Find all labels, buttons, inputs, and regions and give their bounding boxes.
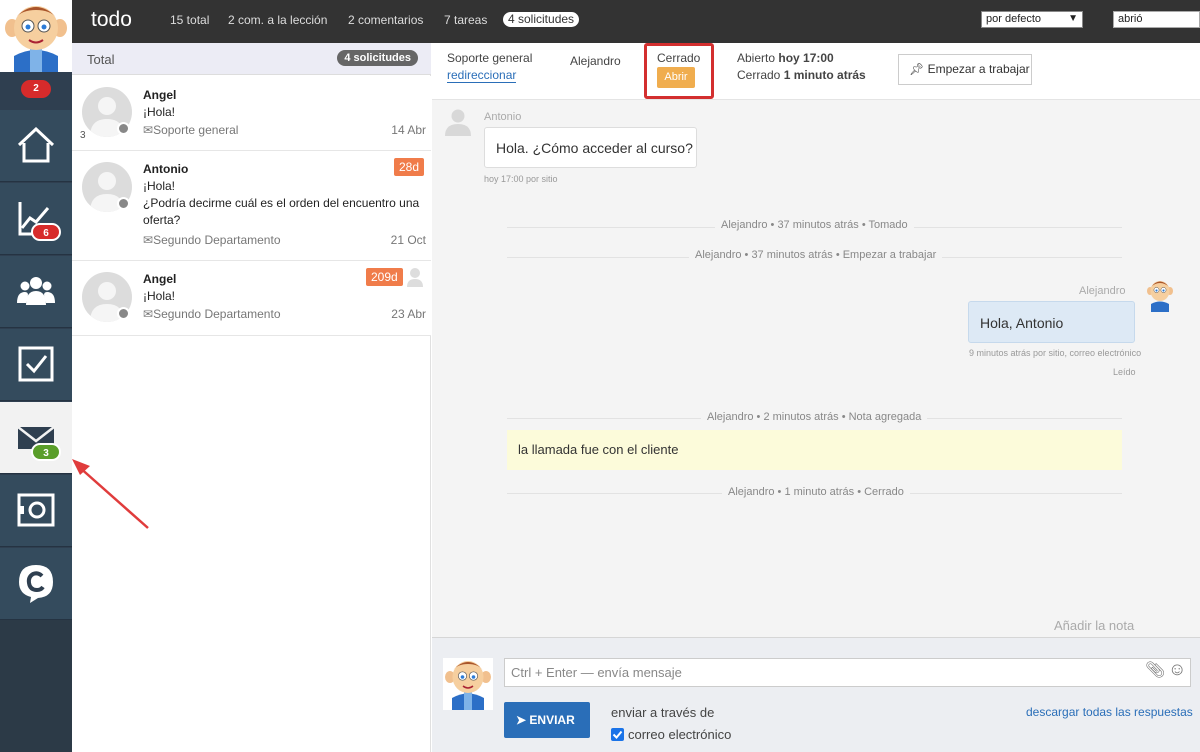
sidebar-item-home[interactable] <box>0 110 72 182</box>
chat-c-icon <box>19 565 53 603</box>
item-count: 3 <box>80 130 86 141</box>
outgoing-meta: 9 minutos atrás por sitio, correo electr… <box>969 348 1142 358</box>
sort-select-value: por defecto <box>986 13 1042 25</box>
item-department: ✉Segundo Departamento <box>143 307 281 321</box>
status-label: Cerrado <box>657 51 701 65</box>
start-work-button[interactable]: 📌︎ Empezar a trabajar <box>898 54 1032 85</box>
sidebar-item-chat[interactable] <box>0 548 72 620</box>
item-name: Angel <box>143 88 177 102</box>
message-input[interactable]: Ctrl + Enter — envía mensaje <box>504 658 1191 687</box>
email-option-label: correo electrónico <box>628 727 732 742</box>
sidebar-item-users[interactable] <box>0 256 72 328</box>
filter-link-tasks[interactable]: 7 tareas <box>444 13 487 27</box>
presence-dot <box>117 307 130 320</box>
item-date: 14 Abr <box>391 123 426 137</box>
outgoing-message: Hola, Antonio <box>968 301 1135 343</box>
item-text: ¡Hola! ¿Podría decirme cuál es el orden … <box>143 179 420 227</box>
add-note-link[interactable]: Añadir la nota <box>1054 618 1134 633</box>
age-badge: 28d <box>394 158 425 176</box>
list-header-count-badge: 4 solicitudes <box>337 50 418 66</box>
incoming-message: Hola. ¿Cómo acceder al curso? <box>484 127 697 168</box>
item-name: Antonio <box>143 162 189 176</box>
send-button[interactable]: ➤ ENVIAR <box>504 702 590 738</box>
outgoing-author: Alejandro <box>1079 285 1126 297</box>
item-department: ✉Segundo Departamento <box>143 233 281 247</box>
users-icon <box>17 277 55 305</box>
item-date: 21 Oct <box>390 233 426 247</box>
home-icon <box>17 126 55 163</box>
sidebar: 2 6 3 <box>0 0 72 752</box>
internal-note: la llamada fue con el cliente <box>507 430 1122 470</box>
safe-icon <box>17 493 55 527</box>
request-list: Total 4 solicitudes 3 Angel ¡Hola! ✉Sopo… <box>72 43 431 752</box>
item-text: ¡Hola! <box>143 289 176 303</box>
envelope-icon: ✉ <box>143 233 154 247</box>
user-avatar[interactable] <box>0 0 72 72</box>
filter-link-total[interactable]: 15 total <box>170 13 209 27</box>
email-checkbox[interactable] <box>611 728 624 741</box>
list-item[interactable]: 28d Antonio ¡Hola! ¿Podría decirme cuál … <box>72 151 431 261</box>
presence-dot <box>117 122 130 135</box>
checkmark-icon <box>612 730 623 739</box>
annotation-arrow <box>72 459 149 529</box>
notification-badge[interactable]: 2 <box>21 80 51 98</box>
envelope-icon: ✉ <box>143 123 154 137</box>
status-filter-input[interactable]: abrió <box>1113 11 1200 28</box>
event-note-added: Alejandro • 2 minutos atrás • Nota agreg… <box>701 411 928 423</box>
filter-link-requests[interactable]: 4 solicitudes <box>503 12 580 27</box>
top-bar: todo 15 total 2 com. a la lección 2 come… <box>72 0 1200 43</box>
age-badge: 209d <box>366 268 403 286</box>
conversation-pane: Antonio Hola. ¿Cómo acceder al curso? ho… <box>432 100 1200 637</box>
request-header: Soporte general redireccionar Alejandro … <box>432 43 1200 100</box>
assignee-name[interactable]: Alejandro <box>570 54 621 68</box>
closed-info: Cerrado 1 minuto atrás <box>737 68 866 82</box>
list-header-title: Total <box>87 52 115 67</box>
list-item[interactable]: 3 Angel ¡Hola! ✉Soporte general 14 Abr <box>72 76 431 151</box>
app-window: 2 6 3 todo 15 total 2 com. a la lección … <box>0 0 1200 752</box>
read-status: Leído <box>1113 367 1136 377</box>
item-date: 23 Abr <box>391 307 426 321</box>
download-replies-link[interactable]: descargar todas las respuestas <box>1026 705 1193 719</box>
item-text: ¡Hola! <box>143 105 176 119</box>
envelope-icon: ✉ <box>143 307 154 321</box>
page-title: todo <box>91 8 132 31</box>
sort-select[interactable]: por defecto ▼ <box>981 11 1083 28</box>
list-header: Total 4 solicitudes <box>72 43 431 75</box>
opened-info: Abierto hoy 17:00 <box>737 51 834 65</box>
checkbox-icon <box>18 346 54 382</box>
list-item[interactable]: 209d Angel ¡Hola! ✉Segundo Departamento … <box>72 261 431 336</box>
stats-badge: 6 <box>31 223 61 241</box>
send-icon: ➤ <box>516 713 527 727</box>
incoming-meta: hoy 17:00 por sitio <box>484 174 558 184</box>
item-name: Angel <box>143 272 177 286</box>
presence-dot <box>117 197 130 210</box>
redirect-link[interactable]: redireccionar <box>447 68 517 83</box>
event-taken: Alejandro • 37 minutos atrás • Tomado <box>715 219 914 231</box>
event-closed: Alejandro • 1 minuto atrás • Cerrado <box>722 486 910 498</box>
sidebar-item-stats[interactable]: 6 <box>0 183 72 255</box>
item-department: ✉Soporte general <box>143 123 239 137</box>
my-avatar <box>443 658 493 710</box>
smiley-icon[interactable]: ☺ <box>1168 659 1186 680</box>
filter-link-comments[interactable]: 2 comentarios <box>348 13 423 27</box>
incoming-author: Antonio <box>484 111 522 123</box>
sidebar-item-tasks[interactable] <box>0 329 72 401</box>
agent-avatar <box>1147 281 1173 312</box>
filter-link-lesson-comments[interactable]: 2 com. a la lección <box>228 13 327 27</box>
event-start-work: Alejandro • 37 minutos atrás • Empezar a… <box>689 249 943 261</box>
department-label: Soporte general <box>447 51 533 65</box>
pin-icon: 📌︎ <box>909 62 925 76</box>
messages-badge: 3 <box>31 443 61 461</box>
reopen-button[interactable]: Abrir <box>657 67 695 88</box>
composer: Ctrl + Enter — envía mensaje 📎︎ ☺ ➤ ENVI… <box>432 637 1200 752</box>
chevron-down-icon: ▼ <box>1068 13 1078 24</box>
paperclip-icon[interactable]: 📎︎ <box>1145 660 1165 680</box>
assignee-placeholder-icon <box>407 268 423 287</box>
send-via-label: enviar a través de <box>611 705 715 720</box>
person-placeholder-icon <box>445 109 471 136</box>
sidebar-filler <box>0 620 72 752</box>
